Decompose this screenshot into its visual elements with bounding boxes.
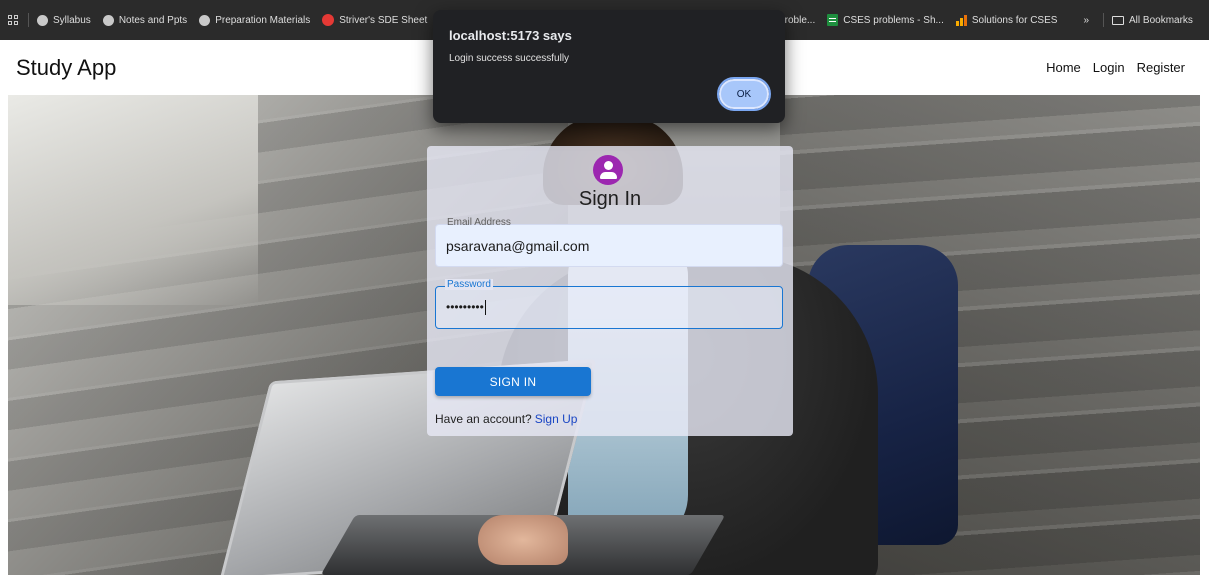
app-brand[interactable]: Study App xyxy=(16,55,116,81)
bookmark-label: Preparation Materials xyxy=(215,14,311,26)
password-dots: ••••••••• xyxy=(446,300,484,314)
bookmark-syllabus[interactable]: Syllabus xyxy=(37,14,91,26)
bookmark-divider xyxy=(28,13,29,27)
nav-links: Home Login Register xyxy=(1046,60,1185,75)
nav-register-link[interactable]: Register xyxy=(1137,60,1185,75)
password-label: Password xyxy=(445,279,493,290)
signup-link[interactable]: Sign Up xyxy=(535,412,578,426)
bookmark-preparation[interactable]: Preparation Materials xyxy=(199,14,311,26)
account-prompt: Have an account? Sign Up xyxy=(435,412,577,426)
folder-icon xyxy=(1112,15,1125,25)
bookmark-label: Solutions for CSES xyxy=(971,14,1058,26)
bookmark-notes[interactable]: Notes and Ppts xyxy=(102,14,188,26)
nav-login-link[interactable]: Login xyxy=(1093,60,1125,75)
bookmark-cses-solutions[interactable]: Solutions for CSES xyxy=(955,14,1058,26)
email-value[interactable]: psaravana@gmail.com xyxy=(446,238,589,254)
bookmark-label: Syllabus xyxy=(53,14,91,26)
nav-home-link[interactable]: Home xyxy=(1046,60,1081,75)
bookmark-cses-sheet[interactable]: CSES problems - Sh... xyxy=(827,14,944,26)
bookmark-label: Notes and Ppts xyxy=(118,14,188,26)
globe-icon xyxy=(102,14,114,26)
tuf-icon xyxy=(322,14,335,26)
signin-title: Sign In xyxy=(578,188,642,210)
bookmarks-overflow-button[interactable]: » xyxy=(1083,15,1089,26)
sheets-icon xyxy=(827,14,839,26)
alert-title: localhost:5173 says xyxy=(449,28,572,43)
alert-dialog: localhost:5173 says Login success succes… xyxy=(433,10,785,123)
all-bookmarks-button[interactable]: All Bookmarks xyxy=(1112,15,1193,26)
email-label: Email Address xyxy=(447,217,511,228)
bars-icon xyxy=(955,14,967,26)
all-bookmarks-label: All Bookmarks xyxy=(1129,14,1193,26)
password-field[interactable]: Password ••••••••• xyxy=(435,279,783,329)
email-field[interactable]: Email Address psaravana@gmail.com xyxy=(435,217,783,267)
apps-grid-icon[interactable] xyxy=(8,15,18,25)
hand xyxy=(478,515,568,565)
text-caret xyxy=(484,300,486,316)
sky-area xyxy=(8,95,258,305)
lock-avatar-icon xyxy=(593,155,623,185)
alert-ok-button[interactable]: OK xyxy=(717,77,771,111)
bookmark-striver-sheet[interactable]: Striver's SDE Sheet xyxy=(322,14,427,26)
password-value[interactable]: ••••••••• xyxy=(446,300,486,316)
globe-icon xyxy=(37,14,48,26)
bookmarks-right: Proble... CSES problems - Sh... Solution… xyxy=(778,0,1205,40)
globe-icon xyxy=(199,14,211,26)
bookmark-divider xyxy=(1103,13,1105,27)
bookmark-label: CSES problems - Sh... xyxy=(843,14,944,26)
signin-button[interactable]: SIGN IN xyxy=(435,367,591,396)
account-prompt-text: Have an account? xyxy=(435,412,532,426)
alert-message: Login success successfully xyxy=(449,53,570,64)
bookmark-label: Striver's SDE Sheet xyxy=(339,14,428,26)
signin-card: Sign In Email Address psaravana@gmail.co… xyxy=(427,146,793,436)
